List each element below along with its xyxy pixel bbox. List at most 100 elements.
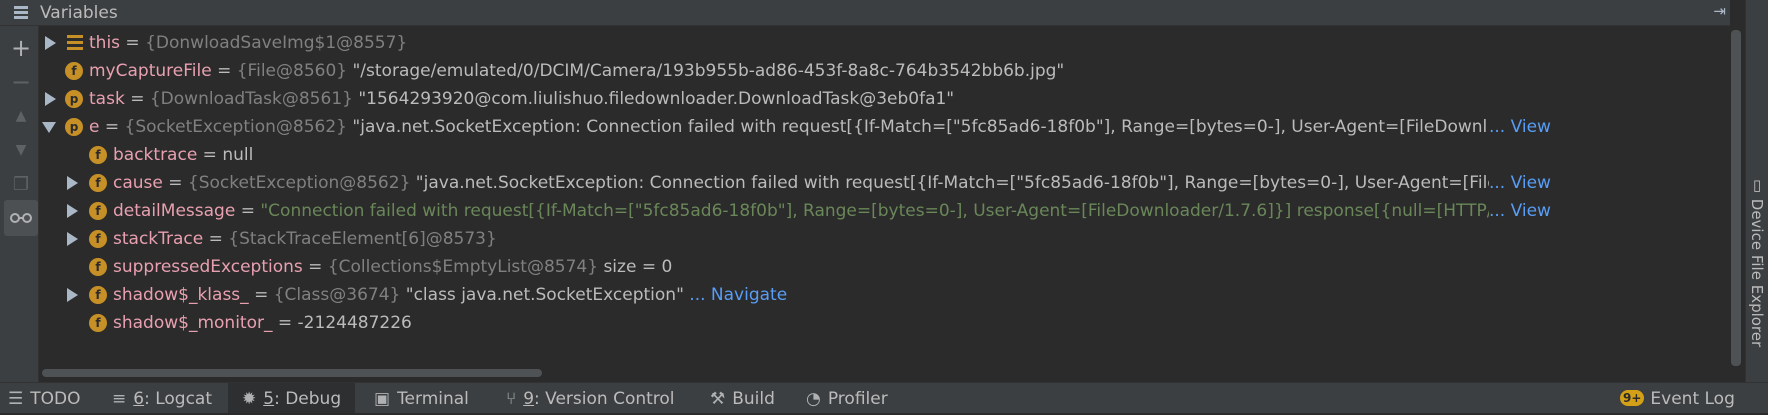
- tree-row[interactable]: f suppressedExceptions = {Collections$Em…: [39, 252, 1729, 282]
- var-type: {SocketException@8562}: [187, 173, 411, 193]
- expand-arrow-icon[interactable]: [67, 204, 78, 218]
- var-value: null: [222, 145, 254, 165]
- device-file-explorer-tab[interactable]: ▯ Device File Explorer: [1748, 176, 1766, 347]
- bug-icon: ✹: [242, 389, 257, 409]
- var-value: "class java.net.SocketException": [400, 285, 684, 305]
- tab-event-log[interactable]: 9+ Event Log: [1620, 383, 1735, 413]
- var-name: suppressedExceptions: [113, 257, 303, 277]
- var-name: shadow$_klass_: [113, 285, 249, 305]
- horizontal-scroll-thumb[interactable]: [42, 369, 542, 377]
- field-icon: f: [89, 286, 107, 304]
- tree-row[interactable]: f detailMessage = "Connection failed wit…: [39, 196, 1729, 226]
- tab-number: 5: [263, 389, 275, 409]
- minus-icon[interactable]: −: [5, 66, 37, 98]
- tree-row[interactable]: f backtrace = null: [39, 140, 1729, 170]
- tab-label: Terminal: [397, 389, 469, 409]
- view-link[interactable]: ... View: [1489, 196, 1551, 226]
- terminal-icon: ▣: [374, 389, 391, 409]
- tree-row[interactable]: f shadow$_klass_ = {Class@3674} "class j…: [39, 280, 1729, 310]
- tab-label: : Version Control: [534, 389, 675, 409]
- event-count-badge: 9+: [1620, 390, 1645, 406]
- var-value: "/storage/emulated/0/DCIM/Camera/193b955…: [347, 61, 1065, 81]
- var-value: size = 0: [598, 257, 673, 277]
- tab-label: Build: [732, 389, 775, 409]
- tab-build[interactable]: ⚒ Build: [710, 383, 775, 413]
- tab-todo[interactable]: ☰ TODO: [8, 383, 81, 413]
- right-tool-stripe: ▯ Device File Explorer: [1745, 0, 1768, 382]
- var-eq: =: [120, 33, 146, 53]
- var-eq: =: [235, 201, 261, 221]
- gauge-icon: ◔: [806, 389, 821, 409]
- tree-row[interactable]: this = {DonwloadSaveImg$1@8557}: [39, 30, 1729, 58]
- field-icon: f: [89, 146, 107, 164]
- field-icon: f: [65, 62, 83, 80]
- glasses-icon[interactable]: [4, 200, 38, 236]
- expand-arrow-icon[interactable]: [67, 288, 78, 302]
- field-icon: f: [89, 202, 107, 220]
- var-name: e: [89, 117, 100, 137]
- view-link[interactable]: ... View: [1489, 168, 1551, 198]
- copy-icon[interactable]: ❐: [5, 168, 37, 200]
- var-eq: =: [302, 257, 328, 277]
- tree-row[interactable]: p e = {SocketException@8562} "java.net.S…: [39, 112, 1729, 142]
- tab-profiler[interactable]: ◔ Profiler: [806, 383, 888, 413]
- tree-row[interactable]: f myCaptureFile = {File@8560} "/storage/…: [39, 56, 1729, 86]
- vcs-icon: ⑂: [506, 389, 517, 409]
- panel-title: Variables: [40, 2, 118, 23]
- arrow-up-icon[interactable]: ▲: [5, 100, 37, 132]
- var-eq: =: [197, 145, 223, 165]
- tab-label: : Debug: [274, 389, 342, 409]
- menu-icon[interactable]: [14, 5, 30, 20]
- var-type: {SocketException@8562}: [124, 117, 347, 137]
- expand-arrow-icon[interactable]: [45, 36, 56, 50]
- tab-number: 6: [133, 389, 145, 409]
- tab-debug[interactable]: ✹ 5: Debug: [228, 383, 356, 413]
- var-name: myCaptureFile: [89, 61, 212, 81]
- var-name: shadow$_monitor_: [113, 313, 273, 333]
- hammer-icon: ⚒: [710, 389, 726, 409]
- bottom-tool-bar: ☰ TODO ≡ 6: Logcat ✹ 5: Debug ▣ Terminal ⑂ 9:…: [0, 382, 1768, 413]
- expand-arrow-icon[interactable]: [45, 92, 56, 106]
- var-name: task: [89, 89, 125, 109]
- param-icon: p: [65, 118, 83, 136]
- expand-arrow-icon[interactable]: [67, 176, 78, 190]
- collapse-arrow-icon[interactable]: [42, 122, 56, 133]
- field-icon: f: [89, 174, 107, 192]
- field-icon: f: [89, 314, 107, 332]
- var-name: detailMessage: [113, 201, 236, 221]
- stack-frame-icon: [67, 35, 83, 51]
- var-type: {StackTraceElement[6]@8573}: [228, 229, 497, 249]
- tab-version-control[interactable]: ⑂ 9: Version Control: [506, 383, 675, 413]
- var-type: {DonwloadSaveImg$1@8557}: [145, 33, 408, 53]
- device-icon: ▯: [1748, 176, 1766, 199]
- variables-header: Variables ⇥: [0, 0, 1730, 26]
- view-link[interactable]: ... View: [1489, 112, 1551, 142]
- var-name: stackTrace: [113, 229, 204, 249]
- tree-row[interactable]: f cause = {SocketException@8562} "java.n…: [39, 168, 1729, 198]
- var-name: cause: [113, 173, 163, 193]
- var-string-value: "Connection failed with request[{If-Matc…: [260, 201, 1489, 221]
- navigate-link[interactable]: ... Navigate: [684, 285, 787, 305]
- var-eq: =: [99, 117, 125, 137]
- plus-icon[interactable]: +: [5, 32, 37, 64]
- arrow-down-icon[interactable]: ▼: [5, 134, 37, 166]
- vertical-scroll-thumb[interactable]: [1731, 30, 1741, 366]
- var-type: {Collections$EmptyList@8574}: [327, 257, 599, 277]
- tab-label: : Logcat: [144, 389, 213, 409]
- tab-terminal[interactable]: ▣ Terminal: [374, 383, 469, 413]
- variables-tree: this = {DonwloadSaveImg$1@8557} f myCapt…: [39, 30, 1729, 375]
- tab-label: Profiler: [827, 389, 888, 409]
- variables-toolbar: + − ▲ ▼ ❐: [0, 26, 39, 382]
- param-icon: p: [65, 90, 83, 108]
- pin-icon[interactable]: ⇥: [1713, 2, 1726, 20]
- tab-logcat[interactable]: ≡ 6: Logcat: [112, 383, 212, 413]
- tree-row[interactable]: f shadow$_monitor_ = -2124487226: [39, 308, 1729, 338]
- var-eq: =: [203, 229, 229, 249]
- list-icon: ☰: [8, 389, 24, 409]
- tree-row[interactable]: f stackTrace = {StackTraceElement[6]@857…: [39, 224, 1729, 254]
- tree-row[interactable]: p task = {DownloadTask@8561} "1564293920…: [39, 84, 1729, 114]
- expand-arrow-icon[interactable]: [67, 232, 78, 246]
- var-type: {DownloadTask@8561}: [149, 89, 353, 109]
- tab-number: 9: [523, 389, 535, 409]
- device-file-explorer-label: Device File Explorer: [1748, 198, 1766, 348]
